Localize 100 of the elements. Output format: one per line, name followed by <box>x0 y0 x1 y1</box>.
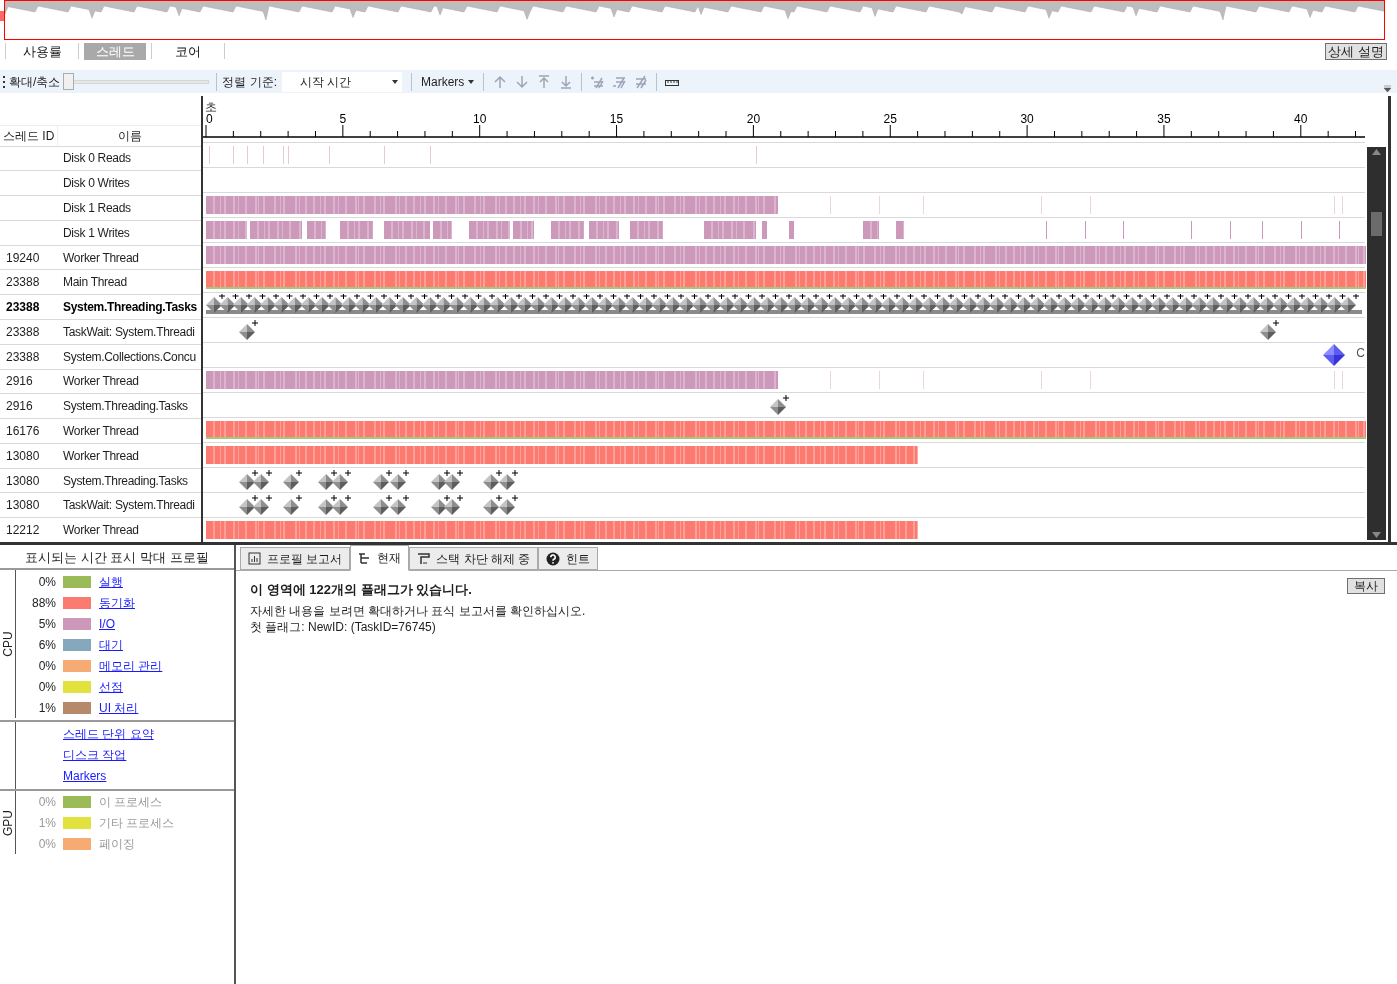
legend-link[interactable]: 선점 <box>99 677 123 696</box>
group-label: CPU <box>0 631 16 657</box>
thread-name[interactable]: Worker Thread <box>57 422 139 441</box>
thread-name[interactable]: System.Collections.Concu <box>57 347 196 366</box>
scroll-up-icon[interactable] <box>1372 149 1381 155</box>
legend-link[interactable]: UI 처리 <box>99 698 139 717</box>
io-tick <box>1341 371 1343 389</box>
io-bar <box>550 221 584 239</box>
overflow-icon[interactable] <box>1384 85 1391 92</box>
flag-marker-icon <box>769 394 792 416</box>
sort-label: 정렬 기준: <box>222 73 277 91</box>
percent-value: 0% <box>37 678 56 696</box>
ruler-icon[interactable] <box>665 77 680 86</box>
legend-link[interactable]: 대기 <box>99 635 123 654</box>
details-tab[interactable]: 현재 <box>350 545 410 571</box>
scrollbar[interactable] <box>1367 147 1386 540</box>
detail-button[interactable]: 상세 설명 <box>1325 42 1387 60</box>
thread-name[interactable]: Disk 0 Writes <box>57 174 130 193</box>
report-link[interactable]: 디스크 작업 <box>63 745 154 766</box>
details-heading: 이 영역에 122개의 플래그가 있습니다. <box>250 581 472 599</box>
io-bar <box>862 221 880 239</box>
io-tick <box>923 371 925 389</box>
tree-icon <box>358 551 372 565</box>
io-tick <box>756 146 758 164</box>
flag-marker-icon <box>388 469 411 491</box>
flag-marker-icon <box>251 469 274 491</box>
view-tab[interactable]: 사용률 <box>11 42 73 60</box>
thread-name[interactable]: System.Threading.Tasks <box>57 471 188 490</box>
io-tick <box>263 146 265 164</box>
legend-link[interactable]: 동기화 <box>99 593 135 612</box>
panel-title: 표시되는 시간 표시 막대 프로필 <box>0 545 234 570</box>
flag-marker-icon <box>1258 319 1281 341</box>
io-tick <box>1262 221 1264 239</box>
io-bar <box>307 221 327 239</box>
zoom-label: 확대/축소 <box>9 73 61 91</box>
thread-id: 23388 <box>5 299 41 317</box>
percent-value: 0% <box>37 573 56 591</box>
flag-marker-icon <box>281 469 304 491</box>
io-bar <box>704 221 757 239</box>
flag-marker-icon <box>1321 343 1346 367</box>
grip-icon[interactable] <box>2 74 6 89</box>
io-tick <box>879 371 881 389</box>
column-header[interactable]: 스레드 ID <box>0 124 57 145</box>
report-link[interactable]: Markers <box>63 766 154 787</box>
arrow-down-icon[interactable] <box>515 74 530 89</box>
caret-icon <box>392 79 398 84</box>
group-label: GPU <box>0 809 16 836</box>
io-tick <box>1339 221 1341 239</box>
axis-unit: 초 <box>205 99 217 114</box>
thread-id: 19240 <box>5 249 41 267</box>
io-tick <box>329 146 331 164</box>
flag-marker-icon <box>372 469 395 491</box>
percent-value: 0% <box>37 835 56 853</box>
io-bar <box>788 221 795 239</box>
thread-id: 23388 <box>5 323 41 341</box>
zoom-slider[interactable] <box>63 73 210 90</box>
scroll-down-icon[interactable] <box>1372 532 1381 538</box>
legend-link[interactable]: 메모리 관리 <box>99 656 163 675</box>
sort-select[interactable]: 시작 시간 <box>282 71 402 92</box>
legend-label: 기타 프로세스 <box>99 814 175 832</box>
thread-name[interactable]: System.Threading.Tasks <box>57 298 197 317</box>
io-bar <box>895 221 904 239</box>
arrow-up-icon[interactable] <box>493 74 508 89</box>
thread-name[interactable]: Disk 0 Reads <box>57 149 131 168</box>
thread-name[interactable]: System.Threading.Tasks <box>57 397 188 416</box>
flag-marker-icon <box>317 469 340 491</box>
flag-marker-icon <box>443 469 466 491</box>
legend-link[interactable]: I/O <box>99 614 115 633</box>
thread-name[interactable]: Worker Thread <box>57 521 139 540</box>
details-tab[interactable]: 프로필 보고서 <box>240 547 351 570</box>
thread-id: 23388 <box>5 274 41 292</box>
legend-link[interactable]: 실행 <box>99 572 123 591</box>
markers-menu[interactable]: Markers <box>415 72 481 91</box>
slider-thumb[interactable] <box>63 73 75 90</box>
io-tick <box>1300 221 1302 239</box>
thread-id: 16176 <box>5 423 41 441</box>
thread-name[interactable]: TaskWait: System.Threadi <box>57 496 195 515</box>
thread-name[interactable]: Disk 1 Writes <box>57 223 130 242</box>
flag-marker-icon <box>498 469 521 491</box>
help-icon <box>546 551 561 566</box>
arrow-to-bottom-icon[interactable] <box>559 74 574 89</box>
io-bar <box>340 221 373 239</box>
flag-marker-icon <box>429 494 452 516</box>
io-tick <box>282 146 284 164</box>
thread-name[interactable]: Worker Thread <box>57 446 139 465</box>
details-tab[interactable]: 힌트 <box>538 547 599 570</box>
io-tick <box>1040 371 1042 389</box>
thread-name[interactable]: Main Thread <box>57 273 127 292</box>
flag-marker-icon <box>238 469 261 491</box>
details-tab[interactable]: 스택 차단 해제 중 <box>409 547 539 570</box>
thread-name[interactable]: Worker Thread <box>57 248 139 267</box>
thread-name[interactable]: TaskWait: System.Threadi <box>57 322 195 341</box>
arrow-to-top-icon[interactable] <box>537 74 552 89</box>
report-link[interactable]: 스레드 단위 요약 <box>63 724 154 745</box>
thread-name[interactable]: Disk 1 Reads <box>57 199 131 217</box>
copy-button[interactable]: 복사 <box>1347 578 1385 594</box>
view-tab[interactable]: 코어 <box>157 42 219 60</box>
flag-marker-icon <box>331 494 354 516</box>
scroll-thumb[interactable] <box>1371 211 1382 236</box>
thread-name[interactable]: Worker Thread <box>57 372 139 391</box>
